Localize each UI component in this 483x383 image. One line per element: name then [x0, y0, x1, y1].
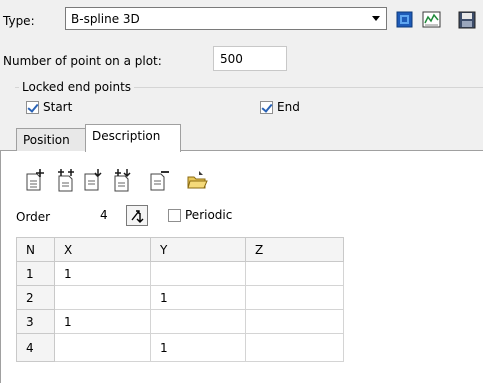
table-row: 3 1	[16, 309, 344, 334]
cell-x[interactable]: 1	[54, 261, 151, 286]
row-number[interactable]: 2	[16, 285, 55, 310]
cell-x[interactable]: 1	[54, 309, 151, 334]
cell-x[interactable]	[54, 333, 151, 362]
column-header-z[interactable]: Z	[245, 237, 344, 262]
column-header-x[interactable]: X	[54, 237, 151, 262]
view-3d-icon	[396, 11, 413, 28]
view-3d-button[interactable]	[393, 8, 415, 30]
periodic-label: Periodic	[185, 208, 233, 222]
locked-group-title: Locked end points	[19, 80, 135, 94]
insert-points-button[interactable]	[54, 168, 78, 192]
save-button[interactable]	[455, 8, 477, 30]
cell-y[interactable]	[150, 309, 246, 334]
table-row: 4 1	[16, 333, 344, 362]
plot-icon	[422, 11, 441, 28]
add-point-button[interactable]	[24, 168, 48, 192]
cell-y[interactable]: 1	[150, 333, 246, 362]
spin-button[interactable]	[126, 205, 148, 226]
cell-y[interactable]	[150, 261, 246, 286]
spin-arrows-icon	[131, 210, 144, 223]
row-number[interactable]: 3	[16, 309, 55, 334]
cell-z[interactable]	[245, 261, 344, 286]
insert-points-below-button[interactable]	[110, 168, 134, 192]
tab-position[interactable]: Position	[16, 128, 86, 151]
end-checkbox[interactable]	[260, 101, 273, 114]
order-stepper[interactable]: 4	[94, 204, 154, 228]
points-field[interactable]: 500	[213, 46, 287, 71]
cell-z[interactable]	[245, 333, 344, 362]
open-folder-button[interactable]	[185, 168, 209, 192]
cell-y[interactable]: 1	[150, 285, 246, 310]
type-label: Type:	[3, 14, 35, 28]
start-label: Start	[43, 100, 73, 114]
plot-button[interactable]	[420, 8, 442, 30]
order-value: 4	[100, 208, 108, 222]
cell-z[interactable]	[245, 285, 344, 310]
points-table: N X Y Z 1 1 2 1 3 1 4 1	[16, 237, 344, 362]
order-label: Order	[16, 210, 51, 224]
end-label: End	[277, 100, 300, 114]
insert-points-icon	[58, 169, 74, 192]
insert-points-below-icon	[114, 169, 131, 192]
column-header-n[interactable]: N	[16, 237, 55, 262]
open-folder-icon	[187, 171, 208, 189]
column-header-y[interactable]: Y	[150, 237, 246, 262]
row-number[interactable]: 4	[16, 333, 55, 362]
type-select[interactable]: B-spline 3D	[65, 7, 387, 30]
points-label: Number of point on a plot:	[3, 54, 162, 68]
cell-x[interactable]	[54, 285, 151, 310]
type-select-value: B-spline 3D	[71, 12, 140, 26]
table-header-row: N X Y Z	[16, 237, 344, 262]
chevron-down-icon	[372, 16, 380, 21]
remove-point-icon	[150, 171, 169, 191]
add-point-icon	[26, 169, 44, 191]
table-row: 1 1	[16, 261, 344, 286]
save-icon	[458, 11, 476, 29]
cell-z[interactable]	[245, 309, 344, 334]
periodic-checkbox[interactable]	[168, 209, 181, 222]
tab-description[interactable]: Description	[85, 124, 181, 152]
remove-point-button[interactable]	[148, 168, 172, 192]
row-number[interactable]: 1	[16, 261, 55, 286]
insert-point-below-icon	[84, 169, 102, 191]
insert-point-below-button[interactable]	[82, 168, 106, 192]
table-row: 2 1	[16, 285, 344, 310]
start-checkbox[interactable]	[26, 101, 39, 114]
